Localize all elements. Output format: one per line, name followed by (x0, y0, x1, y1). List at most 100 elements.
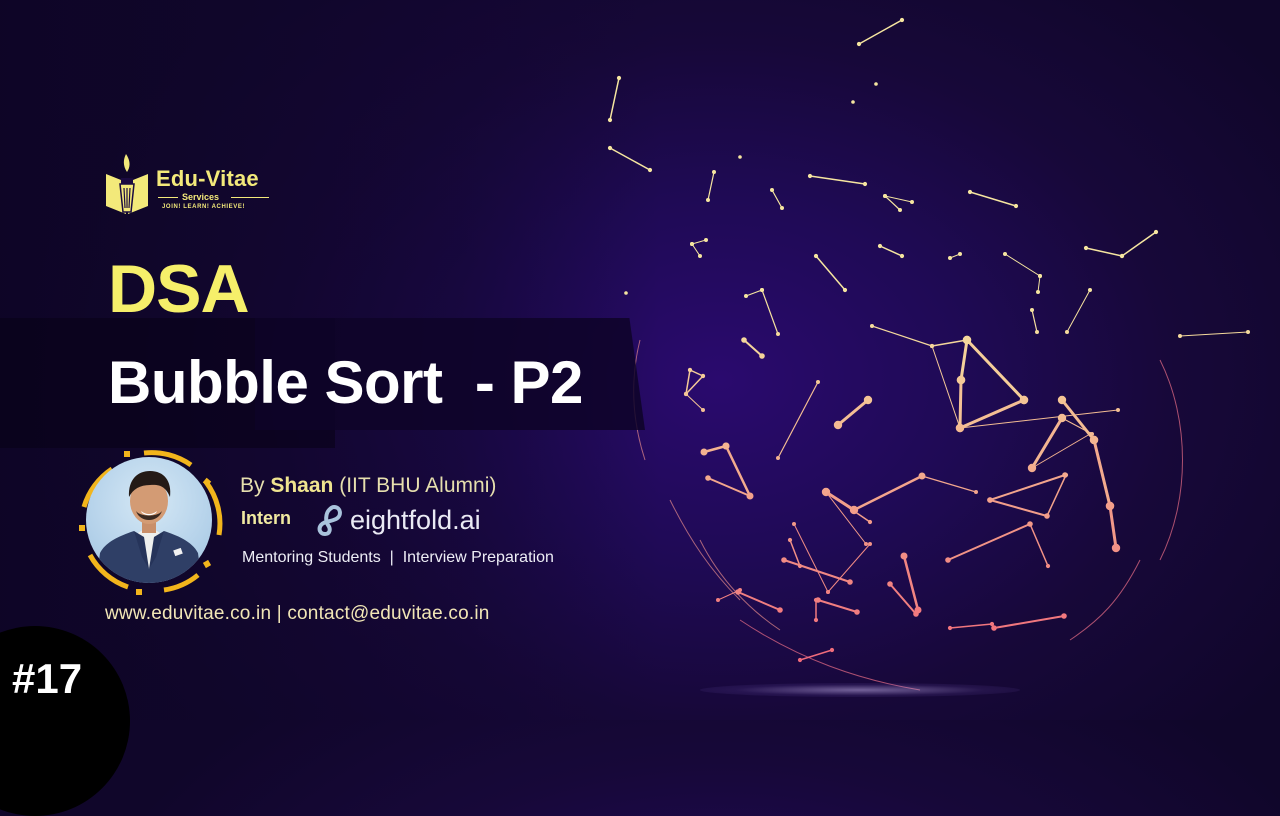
constellation-node (607, 117, 613, 123)
constellation-node (824, 490, 828, 494)
constellation-node (700, 373, 706, 379)
constellation-link (1066, 289, 1091, 333)
lesson-title: Bubble Sort - P2 (108, 349, 583, 416)
constellation-link (852, 474, 924, 512)
constellation-node (863, 395, 873, 405)
constellation-link (777, 381, 819, 459)
constellation-node (829, 647, 835, 653)
constellation-node (1246, 330, 1250, 334)
constellation-link (707, 171, 715, 201)
constellation-node (864, 542, 868, 546)
constellation-globe (607, 17, 1250, 691)
constellation-link (969, 191, 1017, 207)
constellation-link (771, 189, 783, 209)
constellation-link (685, 393, 704, 411)
constellation-link (1179, 331, 1249, 337)
floor-glow (700, 683, 1020, 697)
constellation-link (871, 325, 933, 347)
constellation-node (1111, 543, 1121, 553)
constellation-node (770, 188, 774, 192)
constellation-node (847, 579, 853, 585)
constellation-node (826, 590, 830, 594)
constellation-node (722, 442, 730, 450)
constellation-node (1013, 203, 1019, 209)
constellation-node (712, 170, 716, 174)
constellation-node (797, 657, 803, 663)
constellation-node (914, 606, 922, 614)
constellation-link (921, 475, 977, 493)
constellation-node (607, 145, 613, 151)
constellation-node (1116, 408, 1120, 412)
constellation-link (931, 339, 968, 347)
globe-rim-arc (1159, 359, 1183, 561)
constellation-node (1027, 521, 1033, 527)
constellation-node (956, 375, 966, 385)
constellation-link (827, 543, 871, 593)
constellation-node (777, 607, 783, 613)
contact-line[interactable]: www.eduvitae.co.in | contact@eduvitae.co… (105, 603, 490, 625)
constellation-link (1037, 275, 1041, 293)
constellation-node (868, 542, 872, 546)
constellation-link (783, 559, 851, 583)
constellation-node (930, 344, 934, 348)
constellation-node (616, 75, 622, 81)
brand-subtitle: Services (182, 192, 220, 202)
constellation-node (883, 194, 887, 198)
presenter-credential: (IIT BHU Alumni) (333, 474, 497, 497)
constellation-node (1057, 395, 1067, 405)
constellation-node (813, 597, 819, 603)
constellation-node (833, 420, 843, 430)
constellation-link (1004, 253, 1041, 277)
constellation-node (842, 287, 848, 293)
constellation-node (1060, 416, 1064, 420)
constellation-node (647, 167, 653, 173)
constellation-node (920, 474, 924, 478)
constellation-link (993, 615, 1065, 629)
presenter-avatar (76, 447, 226, 597)
constellation-node (867, 519, 873, 525)
constellation-node (1063, 472, 1069, 478)
brand-name: Edu-Vitae (156, 166, 259, 191)
constellation-node (1065, 330, 1069, 334)
constellation-node (1030, 308, 1034, 312)
eightfold-logo-icon (317, 504, 342, 537)
constellation-link (1121, 231, 1157, 257)
constellation-node (687, 367, 693, 373)
star-dot (624, 291, 628, 295)
constellation-link (745, 289, 763, 297)
constellation-node (700, 448, 708, 456)
constellation-node (899, 253, 905, 259)
constellation-node (870, 324, 874, 328)
brand-divider-left (158, 197, 178, 198)
constellation-link (809, 175, 866, 185)
presenter-name: Shaan (270, 474, 334, 497)
globe-rim-arc (699, 539, 781, 631)
company-name: eightfold.ai (350, 504, 481, 535)
constellation-node (958, 426, 962, 430)
constellation-link (609, 77, 620, 121)
constellation-link (947, 523, 1031, 561)
constellation-node (854, 609, 860, 615)
star-dot (738, 155, 742, 159)
constellation-node (759, 353, 765, 359)
constellation-node (776, 456, 780, 460)
constellation-node (877, 243, 883, 249)
globe-rim-arc (739, 619, 921, 691)
constellation-node (1061, 613, 1067, 619)
constellation-link (959, 338, 969, 382)
constellation-node (900, 552, 908, 560)
constellation-node (1019, 395, 1029, 405)
constellation-node (705, 475, 711, 481)
constellation-link (958, 398, 1026, 430)
constellation-link (879, 245, 903, 257)
constellation-node (887, 581, 893, 587)
constellation-node (760, 288, 764, 292)
constellation-link (1092, 438, 1112, 508)
constellation-node (716, 598, 720, 602)
constellation-node (813, 253, 819, 259)
constellation-link (1030, 416, 1064, 470)
constellation-node (947, 625, 953, 631)
constellation-node (1035, 330, 1039, 334)
constellation-node (1119, 253, 1125, 259)
constellation-link (965, 338, 1026, 402)
